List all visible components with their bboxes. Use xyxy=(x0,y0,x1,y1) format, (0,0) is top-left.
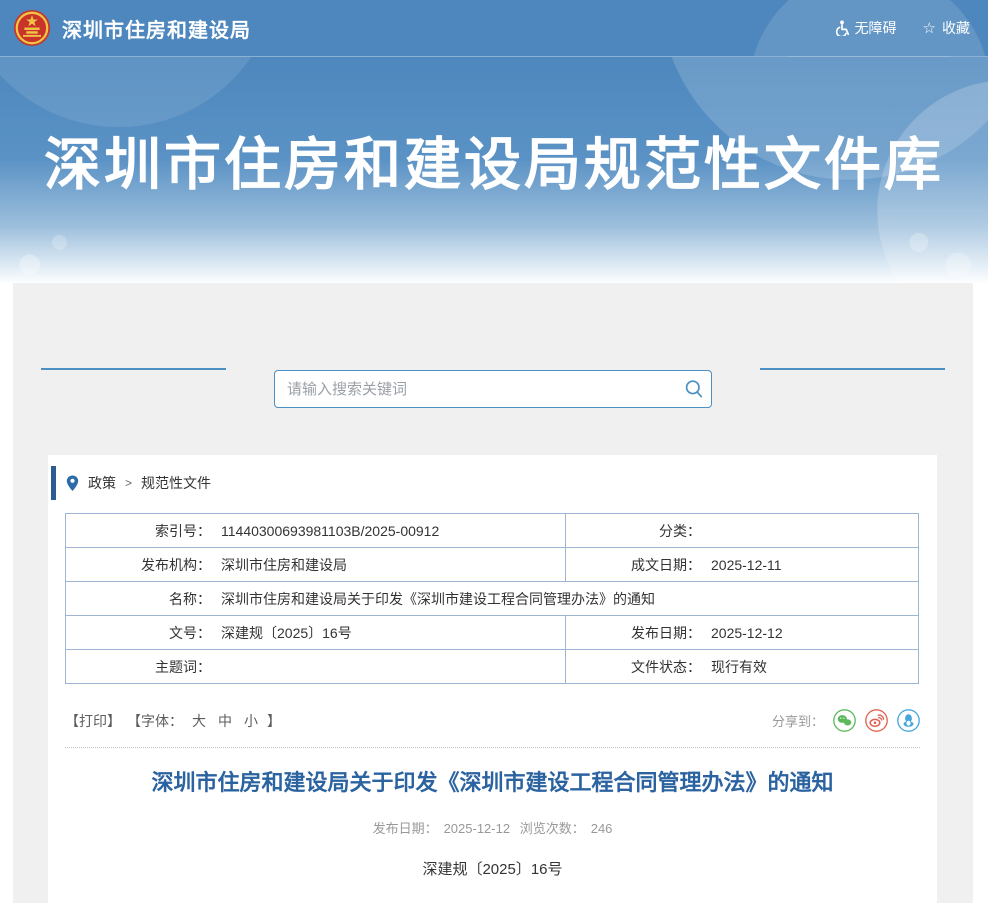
decorative-line-right xyxy=(760,368,945,370)
search-box xyxy=(274,370,712,408)
accessibility-link[interactable]: 无障碍 xyxy=(834,18,897,38)
site-home-link[interactable]: 深圳市住房和建设局 xyxy=(0,9,251,47)
top-bar: 深圳市住房和建设局 无障碍 ☆ 收藏 xyxy=(0,0,988,57)
accessibility-label: 无障碍 xyxy=(855,18,897,38)
table-row: 发布机构： 深圳市住房和建设局 成文日期： 2025-12-11 xyxy=(66,548,919,582)
cell-subject-terms: 主题词： xyxy=(66,650,566,684)
font-size-small-button[interactable]: 小 xyxy=(244,711,258,731)
cell-index-number: 索引号： 11440300693981103B/2025-00912 xyxy=(66,514,566,548)
cell-document-status: 文件状态： 现行有效 xyxy=(566,650,919,684)
search-input[interactable] xyxy=(275,371,677,407)
cell-publish-date: 发布日期： 2025-12-12 xyxy=(566,616,919,650)
top-bar-links: 无障碍 ☆ 收藏 xyxy=(834,18,988,38)
breadcrumb-accent-bar xyxy=(51,466,56,500)
document-number-label: 文号： xyxy=(66,623,211,643)
document-status-value: 现行有效 xyxy=(701,657,767,677)
print-font-controls: 【打印】 【字体： 大 中 小 】 xyxy=(65,711,281,731)
cell-category: 分类： xyxy=(566,514,919,548)
print-button[interactable]: 【打印】 xyxy=(65,711,121,731)
search-icon xyxy=(684,379,704,399)
breadcrumb-item-policy[interactable]: 政策 xyxy=(88,473,116,493)
category-label: 分类： xyxy=(566,521,701,541)
table-row: 主题词： 文件状态： 现行有效 xyxy=(66,650,919,684)
font-size-large-button[interactable]: 大 xyxy=(192,711,206,731)
dotted-divider xyxy=(65,747,920,748)
wheelchair-icon xyxy=(834,20,849,36)
document-name-label: 名称： xyxy=(66,589,211,609)
breadcrumb-separator: > xyxy=(125,476,132,490)
table-row: 索引号： 11440300693981103B/2025-00912 分类： xyxy=(66,514,919,548)
views-count: 246 xyxy=(591,821,613,836)
cell-document-number: 文号： 深建规〔2025〕16号 xyxy=(66,616,566,650)
subject-terms-label: 主题词： xyxy=(66,657,211,677)
breadcrumb-item-normative-files[interactable]: 规范性文件 xyxy=(141,473,211,493)
written-date-label: 成文日期： xyxy=(566,555,701,575)
cell-document-name: 名称： 深圳市住房和建设局关于印发《深圳市建设工程合同管理办法》的通知 xyxy=(66,582,919,616)
national-emblem-logo xyxy=(13,9,51,47)
document-status-label: 文件状态： xyxy=(566,657,701,677)
document-meta-table: 索引号： 11440300693981103B/2025-00912 分类： 发… xyxy=(65,513,919,684)
publish-date-caption: 发布日期： xyxy=(373,821,438,836)
decorative-line-left xyxy=(41,368,226,370)
document-number-value: 深建规〔2025〕16号 xyxy=(211,623,352,643)
site-name: 深圳市住房和建设局 xyxy=(62,14,251,43)
search-section xyxy=(13,283,973,408)
font-size-prefix: 【字体： xyxy=(127,711,183,731)
search-button[interactable] xyxy=(677,371,711,407)
written-date-value: 2025-12-11 xyxy=(701,557,782,573)
document-name-value: 深圳市住房和建设局关于印发《深圳市建设工程合同管理办法》的通知 xyxy=(211,589,655,609)
document-number-line: 深建规〔2025〕16号 xyxy=(48,858,937,879)
font-size-suffix: 】 xyxy=(267,711,281,731)
hero-banner: 深圳市住房和建设局规范性文件库 xyxy=(0,57,988,283)
table-row: 名称： 深圳市住房和建设局关于印发《深圳市建设工程合同管理办法》的通知 xyxy=(66,582,919,616)
share-label: 分享到： xyxy=(772,711,824,730)
banner-title: 深圳市住房和建设局规范性文件库 xyxy=(0,57,988,201)
favorite-link[interactable]: ☆ 收藏 xyxy=(923,18,970,38)
favorite-label: 收藏 xyxy=(942,18,970,38)
publish-date-label: 发布日期： xyxy=(566,623,701,643)
font-size-medium-button[interactable]: 中 xyxy=(218,711,232,731)
share-wechat-icon[interactable] xyxy=(833,709,856,732)
breadcrumb: 政策 > 规范性文件 xyxy=(48,466,937,500)
share-qq-icon[interactable] xyxy=(897,709,920,732)
cell-issuing-agency: 发布机构： 深圳市住房和建设局 xyxy=(66,548,566,582)
page-body-panel: 政策 > 规范性文件 索引号： 11440300693981103B/2025-… xyxy=(13,283,973,903)
issuing-agency-label: 发布机构： xyxy=(66,555,211,575)
views-caption: 浏览次数： xyxy=(520,821,585,836)
share-controls: 分享到： xyxy=(772,709,920,732)
table-row: 文号： 深建规〔2025〕16号 发布日期： 2025-12-12 xyxy=(66,616,919,650)
publish-date-value: 2025-12-12 xyxy=(701,625,783,641)
article-toolbar: 【打印】 【字体： 大 中 小 】 分享到： xyxy=(65,709,920,732)
publish-date-text: 2025-12-12 xyxy=(444,821,511,836)
star-icon: ☆ xyxy=(923,21,936,36)
location-pin-icon xyxy=(66,475,79,492)
index-number-value: 11440300693981103B/2025-00912 xyxy=(211,523,439,539)
article-title: 深圳市住房和建设局关于印发《深圳市建设工程合同管理办法》的通知 xyxy=(78,768,907,798)
share-weibo-icon[interactable] xyxy=(865,709,888,732)
content-panel: 政策 > 规范性文件 索引号： 11440300693981103B/2025-… xyxy=(48,455,937,903)
issuing-agency-value: 深圳市住房和建设局 xyxy=(211,555,347,575)
article-meta: 发布日期： 2025-12-12 浏览次数： 246 xyxy=(48,818,937,837)
index-number-label: 索引号： xyxy=(66,521,211,541)
cell-written-date: 成文日期： 2025-12-11 xyxy=(566,548,919,582)
